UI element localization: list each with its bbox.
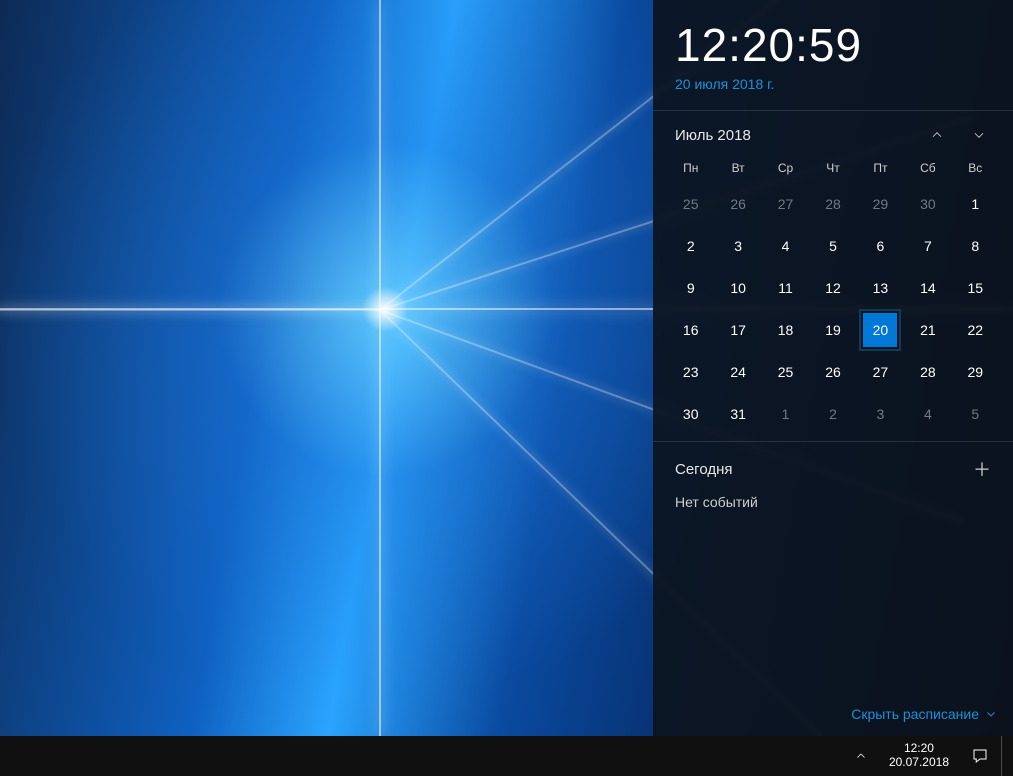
calendar-day[interactable]: 22	[952, 309, 999, 351]
calendar-day[interactable]: 5	[809, 225, 856, 267]
calendar-dow: Чт	[809, 155, 856, 183]
calendar-day[interactable]: 30	[904, 183, 951, 225]
calendar-day[interactable]: 11	[762, 267, 809, 309]
hide-schedule-label: Скрыть расписание	[851, 706, 979, 722]
calendar-day[interactable]: 3	[857, 393, 904, 435]
calendar-grid: ПнВтСрЧтПтСбВс 2526272829301234567891011…	[653, 155, 1013, 435]
calendar-day[interactable]: 9	[667, 267, 714, 309]
calendar-dow: Ср	[762, 155, 809, 183]
calendar-next-month-button[interactable]	[969, 125, 989, 145]
calendar-day[interactable]: 1	[762, 393, 809, 435]
add-event-button[interactable]: ＋	[971, 458, 993, 480]
calendar-day[interactable]: 4	[762, 225, 809, 267]
calendar-day[interactable]: 13	[857, 267, 904, 309]
calendar-month-label[interactable]: Июль 2018	[675, 127, 751, 144]
calendar-day[interactable]: 27	[857, 351, 904, 393]
calendar-day[interactable]: 7	[904, 225, 951, 267]
calendar-day[interactable]: 31	[714, 393, 761, 435]
calendar-day[interactable]: 5	[952, 393, 999, 435]
calendar-day[interactable]: 30	[667, 393, 714, 435]
chevron-up-icon	[930, 128, 944, 142]
calendar-day[interactable]: 8	[952, 225, 999, 267]
calendar-dow: Вт	[714, 155, 761, 183]
calendar-dow: Сб	[904, 155, 951, 183]
calendar-day[interactable]: 23	[667, 351, 714, 393]
calendar-day[interactable]: 2	[667, 225, 714, 267]
calendar-day[interactable]: 26	[714, 183, 761, 225]
plus-icon: ＋	[973, 456, 991, 482]
action-center-button[interactable]	[963, 736, 997, 776]
calendar-day[interactable]: 17	[714, 309, 761, 351]
calendar-day[interactable]: 25	[667, 183, 714, 225]
chevron-down-icon	[985, 708, 997, 720]
hide-schedule-button[interactable]: Скрыть расписание	[653, 696, 1013, 736]
calendar-day[interactable]: 28	[809, 183, 856, 225]
calendar-day[interactable]: 10	[714, 267, 761, 309]
calendar-day[interactable]: 4	[904, 393, 951, 435]
agenda-section: Сегодня ＋ Нет событий	[653, 441, 1013, 518]
calendar-day[interactable]: 21	[904, 309, 951, 351]
calendar-day-today[interactable]: 20	[857, 309, 904, 351]
taskbar-date: 20.07.2018	[889, 756, 949, 770]
calendar-day[interactable]: 1	[952, 183, 999, 225]
taskbar-time: 12:20	[904, 742, 934, 756]
chevron-up-icon	[855, 750, 867, 762]
calendar-day[interactable]: 29	[857, 183, 904, 225]
calendar-day[interactable]: 19	[809, 309, 856, 351]
taskbar-clock[interactable]: 12:20 20.07.2018	[879, 736, 959, 776]
calendar-day[interactable]: 29	[952, 351, 999, 393]
calendar-day[interactable]: 24	[714, 351, 761, 393]
show-desktop-button[interactable]	[1001, 736, 1007, 776]
chevron-down-icon	[972, 128, 986, 142]
clock-date-link[interactable]: 20 июля 2018 г.	[675, 76, 991, 92]
tray-overflow-button[interactable]	[847, 736, 875, 776]
agenda-empty-text: Нет событий	[675, 494, 993, 510]
calendar-dow: Пн	[667, 155, 714, 183]
calendar-prev-month-button[interactable]	[927, 125, 947, 145]
calendar-day[interactable]: 2	[809, 393, 856, 435]
notification-icon	[971, 747, 989, 765]
calendar-day[interactable]: 12	[809, 267, 856, 309]
agenda-title: Сегодня	[675, 461, 733, 478]
clock-time: 12:20:59	[675, 18, 991, 72]
calendar-day[interactable]: 15	[952, 267, 999, 309]
calendar-day[interactable]: 14	[904, 267, 951, 309]
calendar-day[interactable]: 18	[762, 309, 809, 351]
calendar-dow: Вс	[952, 155, 999, 183]
clock-calendar-flyout: 12:20:59 20 июля 2018 г. Июль 2018 ПнВтС…	[653, 0, 1013, 736]
calendar-day[interactable]: 25	[762, 351, 809, 393]
calendar-day[interactable]: 16	[667, 309, 714, 351]
calendar-day[interactable]: 6	[857, 225, 904, 267]
calendar-day[interactable]: 26	[809, 351, 856, 393]
taskbar: 12:20 20.07.2018	[0, 736, 1013, 776]
calendar-day[interactable]: 28	[904, 351, 951, 393]
calendar-day[interactable]: 27	[762, 183, 809, 225]
calendar-dow: Пт	[857, 155, 904, 183]
calendar-day[interactable]: 3	[714, 225, 761, 267]
